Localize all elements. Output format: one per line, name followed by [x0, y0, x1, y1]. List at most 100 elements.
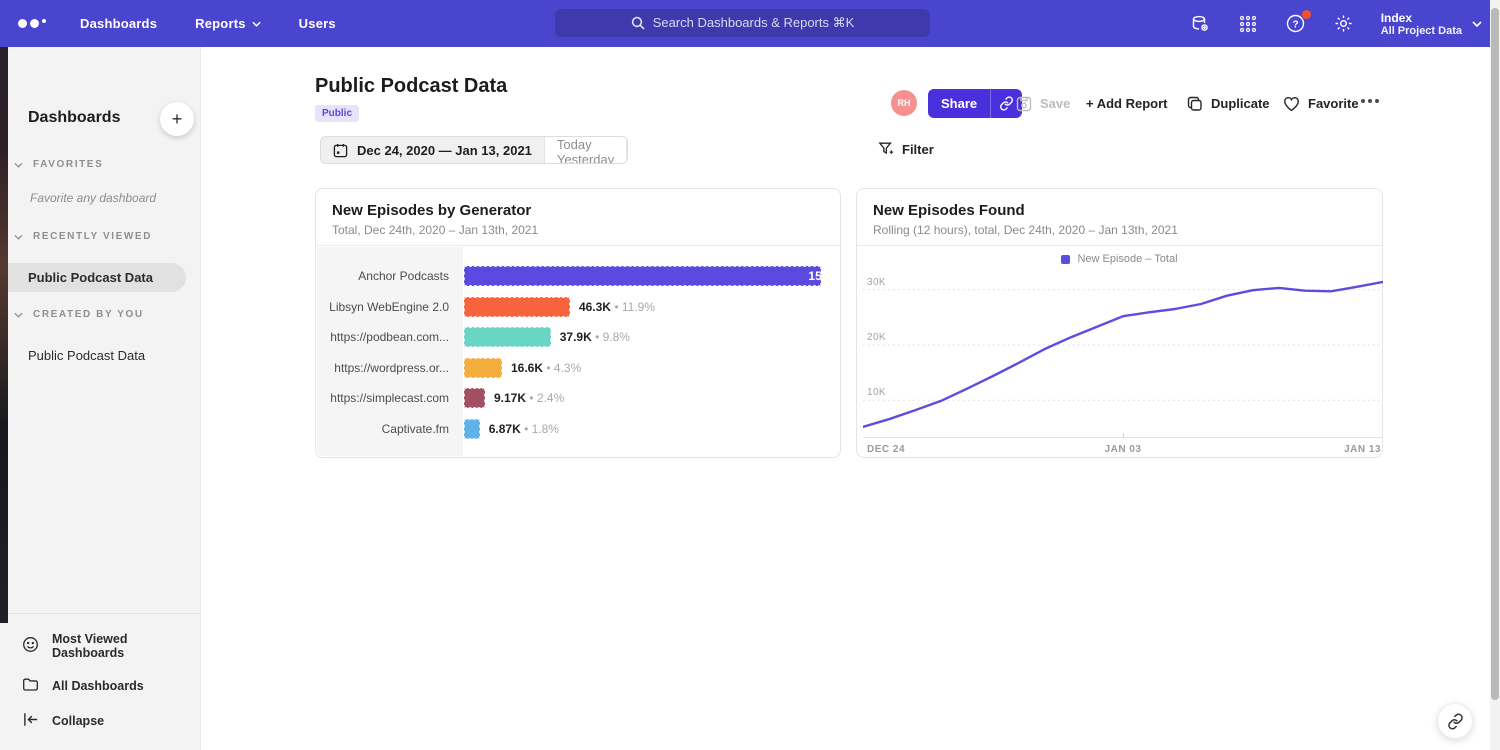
duplicate-icon — [1187, 96, 1203, 112]
footer-item-all-dashboards[interactable]: All Dashboards — [0, 668, 200, 704]
bar-segment[interactable] — [464, 358, 502, 378]
chevron-down-icon — [14, 312, 23, 318]
nav-item-label: Users — [299, 16, 336, 31]
calendar-icon — [333, 143, 348, 158]
floating-link-button[interactable] — [1437, 703, 1473, 739]
bar-category-label: https://wordpress.or... — [317, 361, 449, 375]
sidebar-section-1[interactable]: RECENTLY VIEWED — [14, 231, 152, 242]
sidebar: Dashboards + FAVORITESFavorite any dashb… — [0, 47, 201, 750]
share-button[interactable]: Share — [928, 89, 991, 118]
link-icon — [999, 96, 1014, 111]
line-chart-plot[interactable]: 10K 20K 30K — [863, 273, 1383, 438]
scrollbar-thumb[interactable] — [1491, 8, 1499, 700]
search-input[interactable]: Search Dashboards & Reports ⌘K — [555, 9, 930, 37]
chevron-down-icon — [252, 21, 261, 27]
smiley-icon — [22, 636, 39, 656]
notification-dot — [1302, 10, 1311, 19]
section-label: CREATED BY YOU — [33, 309, 144, 320]
x-tick-label: DEC 24 — [867, 444, 905, 455]
sidebar-empty-note: Favorite any dashboard — [30, 191, 156, 205]
nav-item-users[interactable]: Users — [299, 16, 336, 31]
bar-chart-subtitle: Total, Dec 24th, 2020 – Jan 13th, 2021 — [332, 223, 824, 237]
more-options-button[interactable] — [1361, 99, 1379, 103]
y-tick-label: 10K — [867, 387, 886, 398]
bar-category-label: https://podbean.com... — [317, 330, 449, 344]
sidebar-section-2[interactable]: CREATED BY YOU — [14, 309, 144, 320]
collapse-icon — [22, 712, 39, 730]
line-chart-header[interactable]: New Episodes Found Rolling (12 hours), t… — [857, 189, 1382, 246]
bar-chart-header[interactable]: New Episodes by Generator Total, Dec 24t… — [316, 189, 840, 246]
bar-row-1: Libsyn WebEngine 2.046.3K • 11.9% — [317, 297, 839, 317]
bar-value-label: 156K • 40.3% — [713, 269, 839, 283]
sidebar-footer: Most Viewed Dashboards All Dashboards Coll… — [0, 613, 200, 750]
sidebar-item-public-podcast-data[interactable]: Public Podcast Data — [0, 341, 186, 370]
line-chart-legend: New Episode – Total — [857, 253, 1382, 265]
sidebar-section-0[interactable]: FAVORITES — [14, 159, 103, 170]
footer-item-label: Collapse — [52, 714, 104, 728]
legend-label: New Episode – Total — [1077, 253, 1177, 265]
duplicate-button[interactable]: Duplicate — [1187, 89, 1270, 118]
y-tick-label: 30K — [867, 277, 886, 288]
bar-segment[interactable] — [464, 388, 485, 408]
preset-today[interactable]: Today — [545, 137, 627, 152]
add-dashboard-button[interactable]: + — [160, 102, 194, 136]
save-button[interactable]: Save — [1016, 89, 1070, 118]
bar-row-3: https://wordpress.or... 16.6K • 4.3% — [317, 358, 839, 378]
bar-category-label: Anchor Podcasts — [317, 269, 449, 283]
footer-item-collapse[interactable]: Collapse — [0, 704, 200, 738]
svg-text:?: ? — [1293, 20, 1299, 31]
sidebar-item-public-podcast-data[interactable]: Public Podcast Data — [0, 263, 186, 292]
help-icon[interactable]: ? — [1285, 13, 1307, 35]
bar-chart-body: Anchor Podcasts 156K • 40.3% Libsyn WebEng… — [317, 247, 839, 456]
page-scrollbar[interactable] — [1490, 0, 1500, 750]
window-edge-artifact — [0, 47, 8, 623]
share-button-group: Share — [928, 89, 1022, 118]
data-management-icon[interactable] — [1189, 13, 1211, 35]
nav-item-reports[interactable]: Reports — [195, 16, 261, 31]
line-series — [863, 273, 1383, 438]
bar-value-label: 46.3K • 11.9% — [579, 300, 655, 314]
bar-category-label: Captivate.fm — [317, 422, 449, 436]
line-chart-title: New Episodes Found — [873, 202, 1366, 219]
settings-gear-icon[interactable] — [1333, 13, 1355, 35]
footer-item-most-viewed-dashboards[interactable]: Most Viewed Dashboards — [0, 624, 200, 668]
chevron-down-icon — [14, 234, 23, 240]
nav-item-dashboards[interactable]: Dashboards — [80, 16, 157, 31]
project-subtitle: All Project Data — [1381, 25, 1462, 37]
save-icon — [1016, 96, 1032, 112]
bar-row-4: https://simplecast.com9.17K • 2.4% — [317, 388, 839, 408]
avatar[interactable]: RH — [891, 90, 917, 116]
bar-value-label: 16.6K • 4.3% — [511, 361, 581, 375]
nav-item-label: Dashboards — [80, 16, 157, 31]
add-report-button[interactable]: + Add Report — [1086, 89, 1168, 118]
preset-yesterday[interactable]: Yesterday — [545, 152, 627, 164]
apps-grid-icon[interactable] — [1237, 13, 1259, 35]
page-title: Public Podcast Data — [315, 75, 507, 98]
line-chart-subtitle: Rolling (12 hours), total, Dec 24th, 202… — [873, 223, 1366, 237]
y-tick-label: 20K — [867, 332, 886, 343]
x-axis-ticks: DEC 24JAN 03JAN 13 — [863, 442, 1383, 456]
footer-item-label: All Dashboards — [52, 679, 144, 693]
project-switcher[interactable]: Index All Project Data — [1381, 11, 1482, 37]
chevron-down-icon — [1472, 21, 1482, 27]
bar-row-0: Anchor Podcasts 156K • 40.3% — [317, 266, 839, 286]
bar-segment[interactable] — [464, 297, 570, 317]
nav-items: Dashboards Reports Users — [80, 16, 336, 31]
bar-row-5: Captivate.fm 6.87K • 1.8% — [317, 419, 839, 439]
favorite-button[interactable]: Favorite — [1283, 89, 1359, 118]
heart-icon — [1283, 96, 1300, 112]
bar-value-label: 9.17K • 2.4% — [494, 391, 564, 405]
date-range-control: Dec 24, 2020 — Jan 13, 2021 TodayYesterd… — [320, 136, 628, 164]
filter-funnel-icon — [878, 141, 894, 157]
bar-segment[interactable] — [464, 327, 551, 347]
x-tick-label: JAN 03 — [1105, 444, 1142, 455]
section-label: RECENTLY VIEWED — [33, 231, 152, 242]
bar-segment[interactable] — [464, 419, 480, 439]
bar-chart-card: New Episodes by Generator Total, Dec 24t… — [315, 188, 841, 458]
search-placeholder: Search Dashboards & Reports ⌘K — [653, 15, 855, 31]
project-name: Index — [1381, 11, 1462, 25]
bar-value-label: 6.87K • 1.8% — [489, 422, 559, 436]
mixpanel-logo-icon[interactable] — [18, 19, 52, 29]
filter-button[interactable]: Filter — [878, 141, 934, 157]
date-range-value[interactable]: Dec 24, 2020 — Jan 13, 2021 — [321, 137, 545, 163]
